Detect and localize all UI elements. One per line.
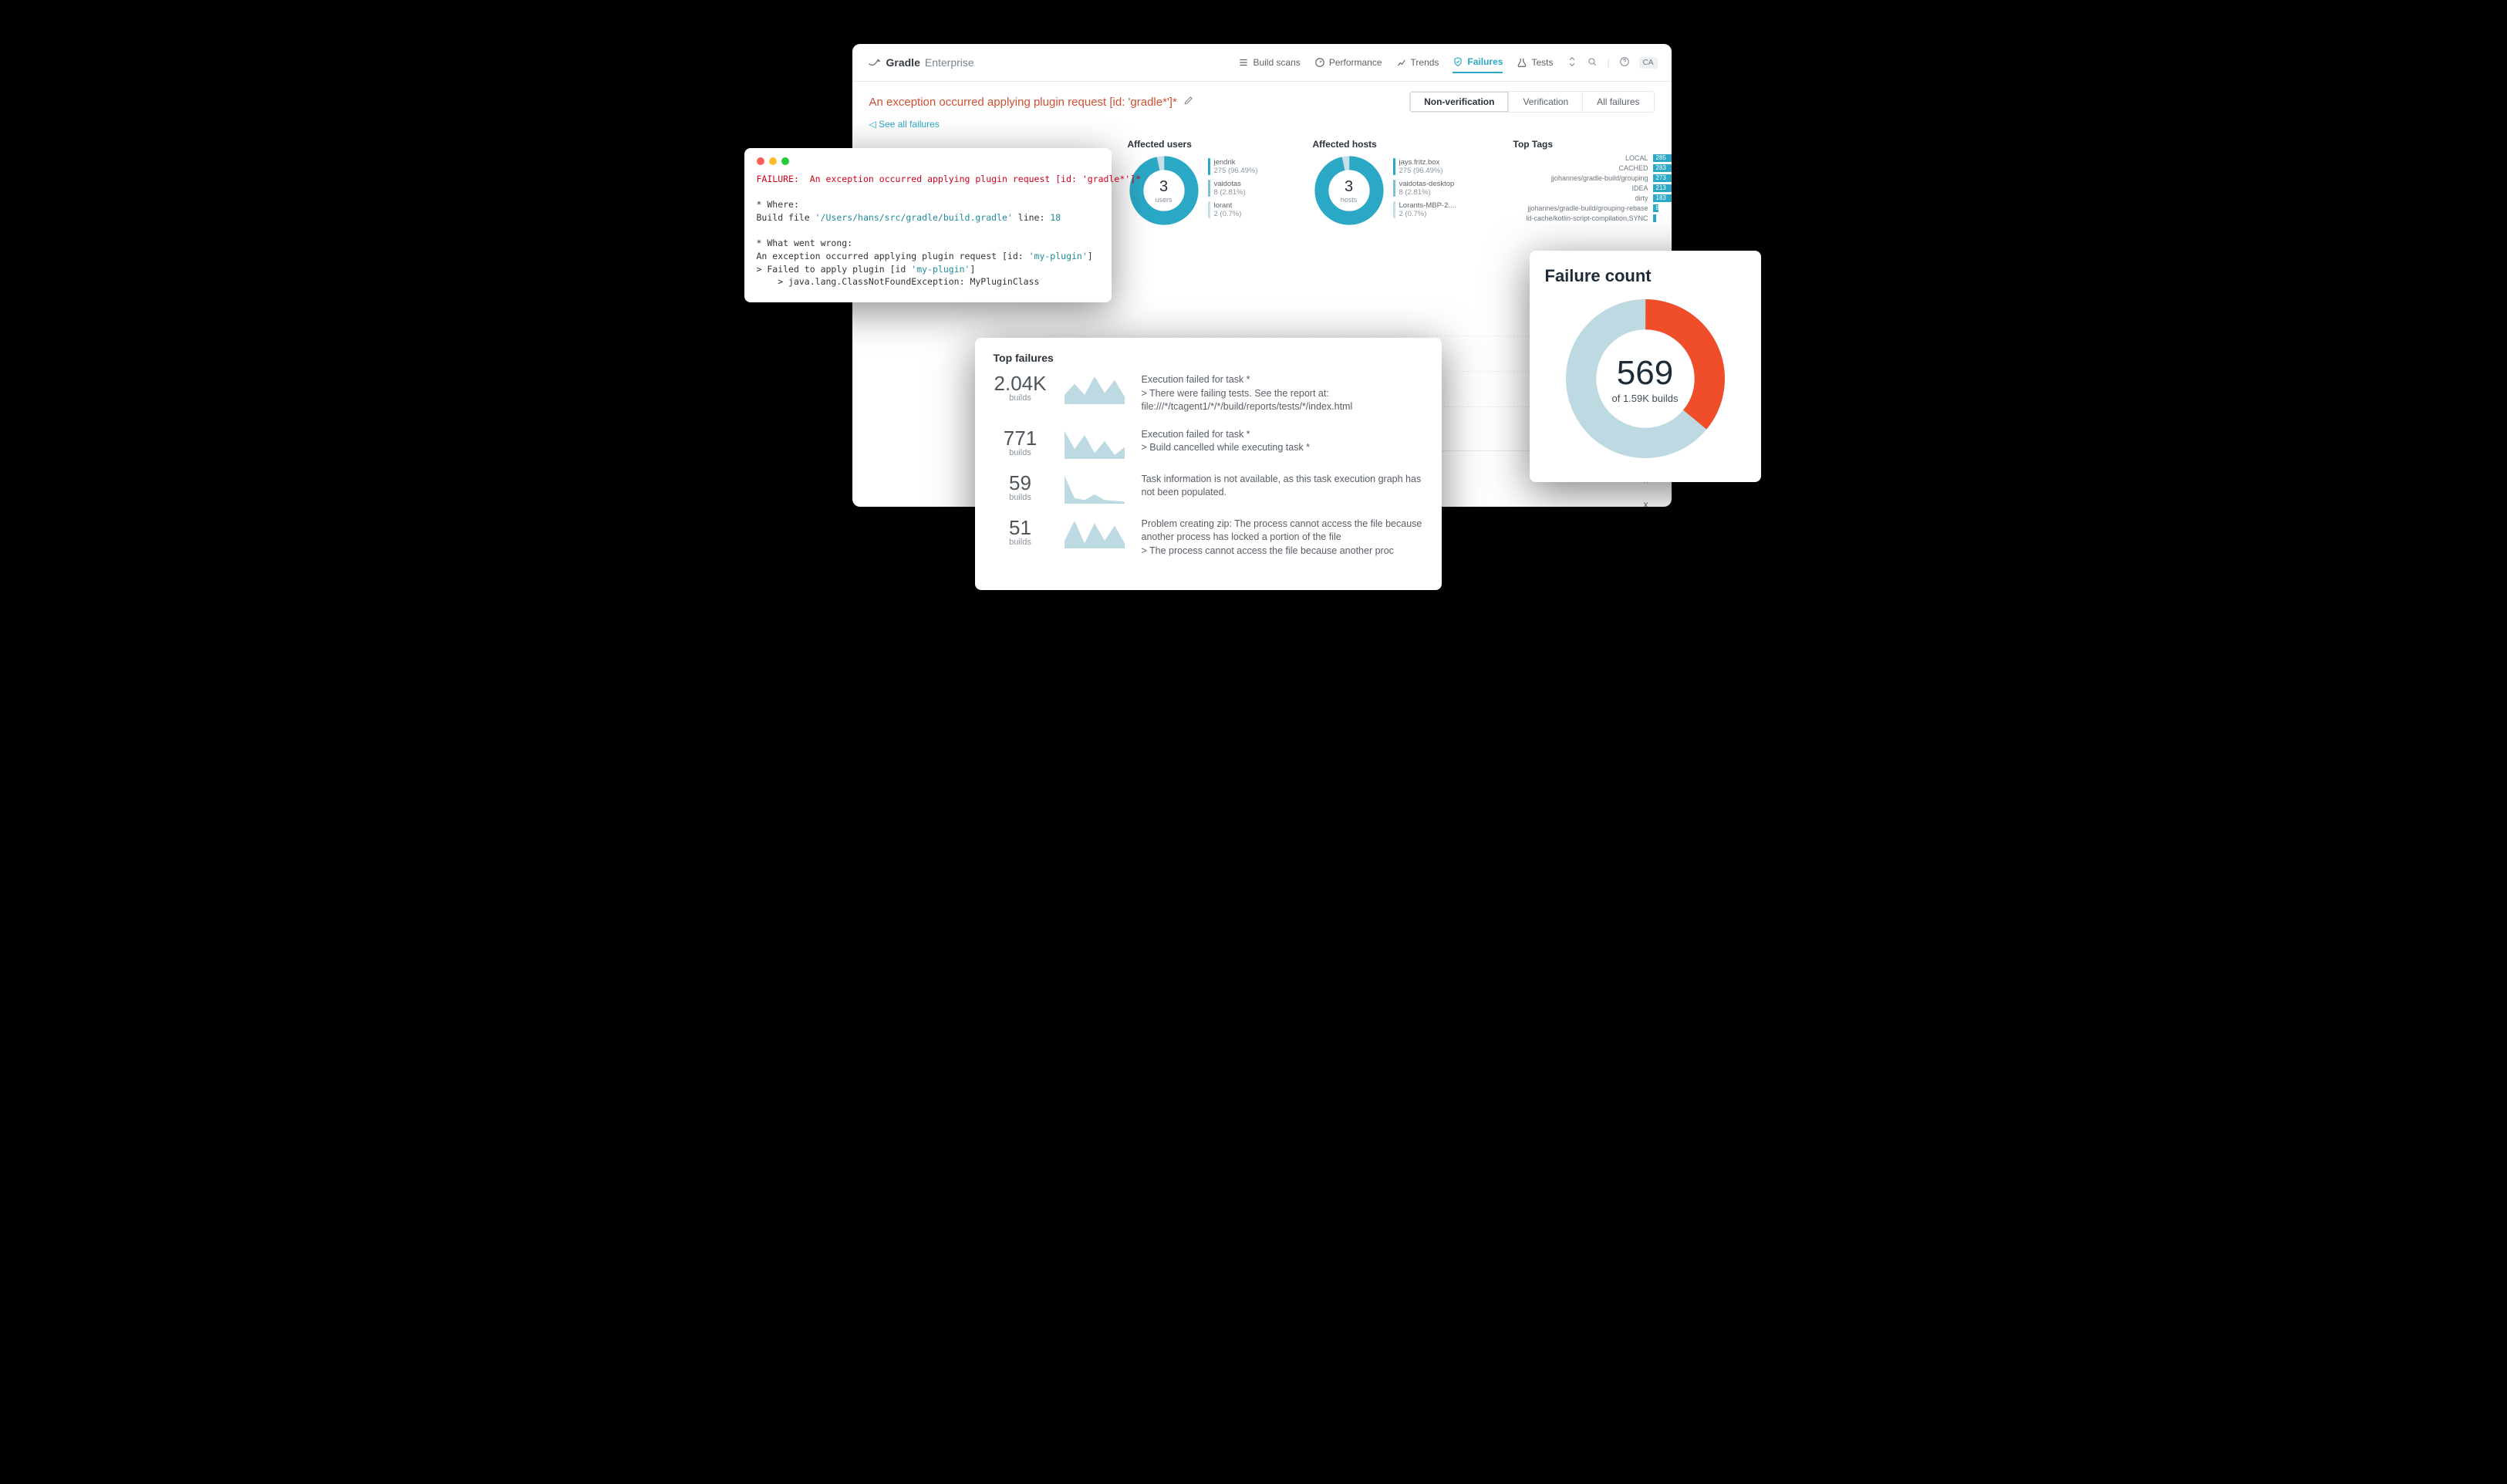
legend-item: vaidotas8 (2.81%) <box>1208 180 1258 197</box>
failure-filter-tabs: Non-verificationVerificationAll failures <box>1409 91 1654 113</box>
tag-row: CACHED283 <box>1513 164 1672 172</box>
tag-row: jjohannes/gradle-build/grouping273 <box>1513 174 1672 182</box>
affected-hosts: Affected hosts 3hosts jays.fritz.box275 … <box>1313 139 1483 227</box>
terminal-card: FAILURE: An exception occurred applying … <box>744 148 1112 302</box>
sparkline-icon <box>1065 473 1125 504</box>
brand: Gradle Enterprise <box>866 54 974 72</box>
legend-item: Lorants-MBP-2....2 (0.7%) <box>1393 201 1456 218</box>
terminal-line: > java.lang.ClassNotFoundException: MyPl… <box>757 275 1099 288</box>
users-donut: 3users <box>1128 154 1200 227</box>
metric-title: Affected users <box>1128 139 1282 150</box>
brand-suffix: Enterprise <box>925 56 974 69</box>
see-all-failures-link[interactable]: ◁ See all failures <box>869 119 940 130</box>
close-icon[interactable] <box>757 157 764 165</box>
failure-count-card: Failure count 569 of 1.59K builds <box>1530 251 1761 482</box>
terminal-line: * What went wrong: <box>757 237 1099 250</box>
card-title: Top failures <box>994 352 1423 364</box>
failure-row[interactable]: 771buildsExecution failed for task *> Bu… <box>994 428 1423 459</box>
nav-trends[interactable]: Trends <box>1396 52 1439 73</box>
legend-item: lorant2 (0.7%) <box>1208 201 1258 218</box>
user-avatar[interactable]: CA <box>1639 57 1658 69</box>
search-icon[interactable] <box>1587 56 1598 69</box>
affected-users: Affected users 3users jendrik275 (96.49%… <box>1128 139 1282 227</box>
terminal-line: Build file '/Users/hans/src/gradle/build… <box>757 211 1099 224</box>
users-legend: jendrik275 (96.49%) vaidotas8 (2.81%) lora… <box>1208 158 1258 223</box>
terminal-line: FAILURE: An exception occurred applying … <box>757 173 1099 186</box>
failure-row[interactable]: 59buildsTask information is not availabl… <box>994 473 1423 504</box>
window-controls <box>757 157 1099 165</box>
nav-performance[interactable]: Performance <box>1314 52 1382 73</box>
maximize-icon[interactable] <box>781 157 789 165</box>
help-icon[interactable] <box>1619 56 1630 69</box>
tag-row: jjohannes/gradle-build/grouping-rebase8 <box>1513 204 1672 212</box>
terminal-line: > Failed to apply plugin [id 'my-plugin'… <box>757 263 1099 276</box>
top-tags: Top Tags LOCAL285 CACHED283 jjohannes/grad… <box>1513 139 1672 227</box>
minimize-icon[interactable] <box>769 157 777 165</box>
hosts-donut: 3hosts <box>1313 154 1385 227</box>
tag-row: LOCAL285 <box>1513 154 1672 162</box>
nav-tests[interactable]: Tests <box>1517 52 1553 73</box>
tag-row: dirty183 <box>1513 194 1672 202</box>
metric-title: Affected hosts <box>1313 139 1483 150</box>
metric-title: Top Tags <box>1513 139 1672 150</box>
subheader: An exception occurred applying plugin re… <box>852 82 1672 117</box>
legend-item: vaidotas-desktop8 (2.81%) <box>1393 180 1456 197</box>
terminal-line: An exception occurred applying plugin re… <box>757 250 1099 263</box>
card-title: Failure count <box>1545 266 1746 286</box>
window-toolbar: Gradle Enterprise Build scans Performance… <box>852 44 1672 82</box>
table-cell: x <box>1644 499 1648 507</box>
top-nav: Build scans Performance Trends Failures Test… <box>1238 52 1657 73</box>
tag-row: ld-cache/kotlin-script-compilation,SYNC2 <box>1513 214 1672 222</box>
failure-row[interactable]: 2.04KbuildsExecution failed for task *> … <box>994 373 1423 414</box>
sparkline-icon <box>1065 518 1125 548</box>
nav-failures[interactable]: Failures <box>1453 52 1503 73</box>
brand-name: Gradle <box>886 56 920 69</box>
tab-verification[interactable]: Verification <box>1508 92 1582 112</box>
sparkline-icon <box>1065 428 1125 459</box>
terminal-line <box>757 224 1099 238</box>
legend-item: jendrik275 (96.49%) <box>1208 158 1258 175</box>
failure-row[interactable]: 51buildsProblem creating zip: The proces… <box>994 518 1423 558</box>
legend-item: jays.fritz.box275 (96.49%) <box>1393 158 1456 175</box>
sort-icon[interactable] <box>1567 56 1577 69</box>
terminal-line <box>757 186 1099 199</box>
nav-build-scans[interactable]: Build scans <box>1238 52 1300 73</box>
edit-icon[interactable] <box>1183 95 1194 109</box>
top-failures-card: Top failures 2.04KbuildsExecution failed… <box>975 338 1442 590</box>
failure-donut: 569 of 1.59K builds <box>1561 294 1730 464</box>
nav-utilities: | CA <box>1567 56 1657 69</box>
hosts-legend: jays.fritz.box275 (96.49%) vaidotas-deskt… <box>1393 158 1456 223</box>
terminal-line: * Where: <box>757 198 1099 211</box>
exception-title: An exception occurred applying plugin re… <box>869 95 1194 109</box>
tab-all-failures[interactable]: All failures <box>1582 92 1653 112</box>
tag-row: IDEA213 <box>1513 184 1672 192</box>
gradle-logo-icon <box>866 54 882 72</box>
sparkline-icon <box>1065 373 1125 404</box>
tab-non-verification[interactable]: Non-verification <box>1410 92 1508 112</box>
